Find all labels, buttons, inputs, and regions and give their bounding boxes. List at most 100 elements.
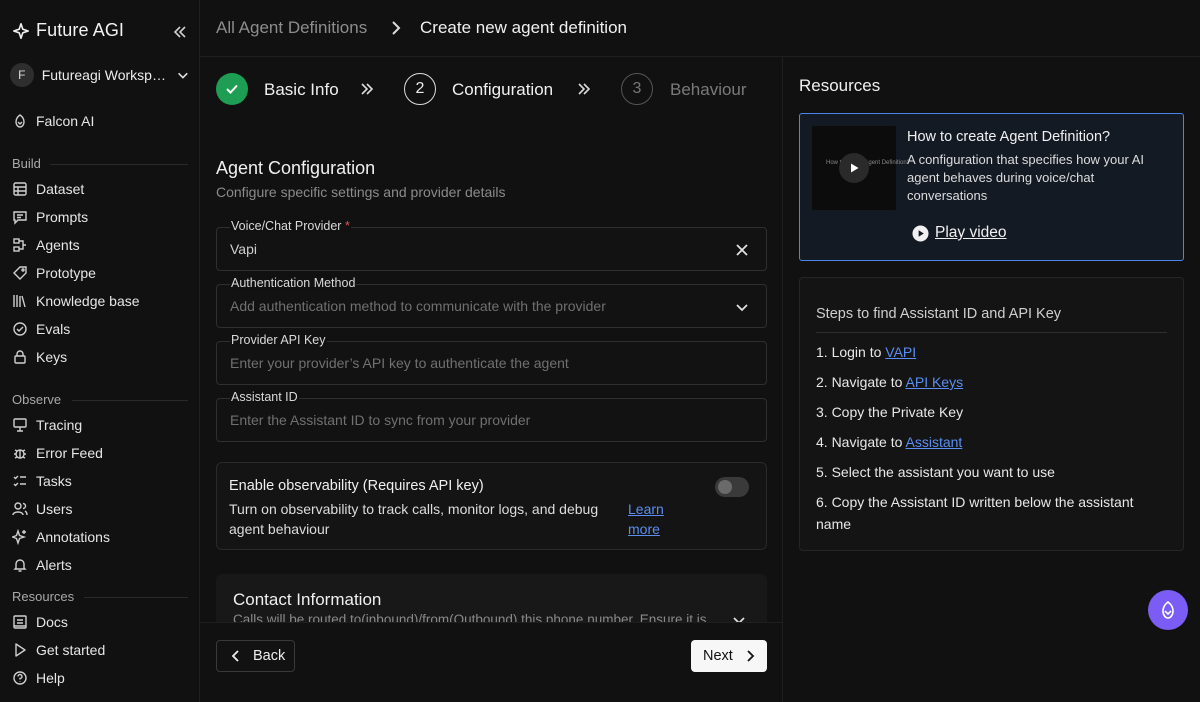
step-text: 6. Copy the Assistant ID written below t… bbox=[816, 494, 1134, 532]
learn-more-link[interactable]: Learn more bbox=[628, 499, 678, 539]
step-item: 6. Copy the Assistant ID written below t… bbox=[816, 491, 1168, 535]
play-video-link[interactable]: Play video bbox=[912, 224, 1007, 242]
step-item: 5. Select the assistant you want to use bbox=[816, 461, 1168, 483]
collapse-sidebar-icon[interactable] bbox=[172, 24, 188, 40]
sidebar-item-label: Keys bbox=[36, 349, 68, 365]
assistant-id-label: Assistant ID bbox=[230, 390, 299, 404]
workspace-switcher[interactable]: F Futureagi Workspace bbox=[10, 62, 190, 88]
close-icon[interactable] bbox=[734, 242, 750, 258]
provider-select[interactable]: Vapi bbox=[216, 227, 767, 271]
sidebar-item-users[interactable]: Users bbox=[12, 499, 73, 519]
sidebar-item-tracing[interactable]: Tracing bbox=[12, 415, 82, 435]
next-button[interactable]: Next bbox=[691, 640, 767, 672]
observability-toggle[interactable] bbox=[715, 477, 749, 497]
toggle-knob bbox=[718, 480, 732, 494]
step-2-number: 2 bbox=[404, 73, 436, 105]
sidebar-item-label: Users bbox=[36, 501, 73, 517]
sidebar-item-knowledge-base[interactable]: Knowledge base bbox=[12, 291, 140, 311]
sidebar-item-get-started[interactable]: Get started bbox=[12, 640, 105, 660]
back-label: Back bbox=[253, 648, 286, 664]
sidebar-item-label: Dataset bbox=[36, 181, 85, 197]
next-label: Next bbox=[703, 648, 733, 664]
library-icon bbox=[13, 295, 26, 308]
sidebar-item-annotations[interactable]: Annotations bbox=[12, 527, 110, 547]
sidebar-item-agents[interactable]: Agents bbox=[12, 235, 80, 255]
vapi-link[interactable]: VAPI bbox=[885, 344, 916, 360]
breadcrumb-parent[interactable]: All Agent Definitions bbox=[216, 18, 367, 38]
chevron-right-icon bbox=[392, 21, 401, 35]
check-circle-icon bbox=[13, 322, 27, 336]
step-2-label[interactable]: Configuration bbox=[452, 80, 553, 100]
step-1-label[interactable]: Basic Info bbox=[264, 80, 339, 100]
observability-title: Enable observability (Requires API key) bbox=[229, 478, 484, 494]
sidebar-item-prototype[interactable]: Prototype bbox=[12, 263, 96, 283]
step-3-label[interactable]: Behaviour bbox=[670, 80, 747, 100]
tasks-icon bbox=[13, 475, 26, 487]
sidebar-item-help[interactable]: Help bbox=[12, 668, 65, 688]
sidebar-item-label: Get started bbox=[36, 642, 106, 658]
section-observe: Observe bbox=[12, 392, 61, 407]
divider bbox=[816, 332, 1167, 333]
chevron-down-icon bbox=[178, 72, 188, 79]
auth-method-select[interactable]: Add authentication method to communicate… bbox=[216, 284, 767, 328]
api-key-label: Provider API Key bbox=[230, 333, 327, 347]
video-title: How to create Agent Definition? bbox=[907, 129, 1111, 145]
double-chevron-right-icon bbox=[361, 83, 374, 95]
tracing-icon bbox=[13, 418, 27, 432]
step-text: 4. Navigate to bbox=[816, 434, 906, 450]
sidebar-item-label: Knowledge base bbox=[36, 293, 140, 309]
chat-icon bbox=[13, 211, 27, 225]
help-icon bbox=[13, 671, 27, 685]
sidebar-item-tasks[interactable]: Tasks bbox=[12, 471, 72, 491]
sidebar-item-alerts[interactable]: Alerts bbox=[12, 555, 72, 575]
step-item: 4. Navigate to Assistant bbox=[816, 431, 1168, 453]
api-keys-link[interactable]: API Keys bbox=[906, 374, 964, 390]
sidebar-item-evals[interactable]: Evals bbox=[12, 319, 70, 339]
sidebar-item-label: Help bbox=[36, 670, 65, 686]
sidebar-item-dataset[interactable]: Dataset bbox=[12, 179, 84, 199]
sidebar-item-label: Alerts bbox=[36, 557, 72, 573]
back-button[interactable]: Back bbox=[216, 640, 295, 672]
play-circle-icon bbox=[912, 224, 929, 242]
sidebar-item-label: Agents bbox=[36, 237, 80, 253]
divider bbox=[84, 597, 188, 598]
auth-method-placeholder: Add authentication method to communicate… bbox=[230, 298, 606, 314]
steps-card: Steps to find Assistant ID and API Key 1… bbox=[799, 277, 1184, 551]
check-icon bbox=[226, 84, 238, 94]
sidebar-item-error-feed[interactable]: Error Feed bbox=[12, 443, 103, 463]
sidebar-item-label: Tracing bbox=[36, 417, 83, 433]
step-text: 2. Navigate to bbox=[816, 374, 906, 390]
video-card[interactable]: How to create Agent Definition? How to c… bbox=[799, 113, 1184, 261]
bug-icon bbox=[14, 449, 26, 459]
assistant-link[interactable]: Assistant bbox=[906, 434, 963, 450]
form-subtitle: Configure specific settings and provider… bbox=[216, 184, 506, 200]
workspace-name: Futureagi Workspace bbox=[41, 67, 169, 83]
assistant-id-input[interactable]: Enter the Assistant ID to sync from your… bbox=[216, 398, 767, 442]
section-label: Observe bbox=[12, 392, 62, 407]
required-mark: * bbox=[344, 219, 350, 233]
step-text: 3. Copy the Private Key bbox=[816, 404, 964, 420]
falcon-ai-button[interactable] bbox=[1148, 590, 1188, 630]
workspace-avatar: F bbox=[10, 63, 34, 87]
provider-label-text: Voice/Chat Provider bbox=[231, 219, 342, 233]
divider bbox=[50, 164, 188, 165]
app-logo[interactable]: Future AGI bbox=[12, 20, 124, 41]
sidebar-item-label: Evals bbox=[36, 321, 71, 337]
section-label: Resources bbox=[12, 589, 75, 604]
sidebar-item-label: Prototype bbox=[36, 265, 96, 281]
falcon-icon bbox=[1162, 600, 1174, 619]
sidebar-item-falcon-ai[interactable]: Falcon AI bbox=[12, 111, 94, 131]
sidebar-item-docs[interactable]: Docs bbox=[12, 612, 68, 632]
contact-description: Calls will be routed to(inbound)/from(Ou… bbox=[233, 612, 707, 622]
steps-title: Steps to find Assistant ID and API Key bbox=[816, 306, 1062, 322]
video-thumbnail[interactable]: How to create Agent Definition? bbox=[812, 126, 910, 210]
sidebar-item-prompts[interactable]: Prompts bbox=[12, 207, 88, 227]
thumbnail-play-button[interactable] bbox=[839, 153, 869, 183]
sidebar-item-label: Docs bbox=[36, 614, 68, 630]
api-key-placeholder: Enter your provider’s API key to authent… bbox=[230, 355, 569, 371]
sidebar-item-keys[interactable]: Keys bbox=[12, 347, 67, 367]
step-item: 1. Login to VAPI bbox=[816, 341, 1168, 363]
api-key-input[interactable]: Enter your provider’s API key to authent… bbox=[216, 341, 767, 385]
contact-info-section[interactable]: Contact Information Calls will be routed… bbox=[216, 574, 767, 622]
users-icon bbox=[12, 502, 28, 516]
